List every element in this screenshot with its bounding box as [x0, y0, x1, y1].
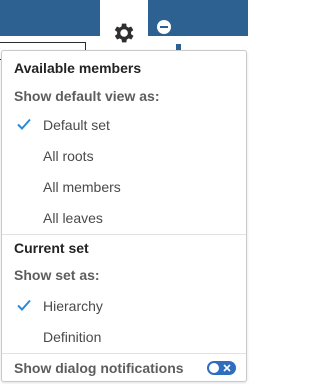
menu-item-all-roots[interactable]: All roots	[3, 141, 245, 171]
menu-item-label: Default set	[43, 117, 110, 133]
close-icon	[223, 364, 231, 372]
toggle-knob	[209, 363, 219, 373]
gear-icon[interactable]	[110, 20, 136, 46]
section-subtitle-show-set: Show set as:	[14, 267, 100, 283]
section-title-available-members: Available members	[14, 60, 142, 76]
menu-item-label: Hierarchy	[43, 298, 103, 314]
menu-item-hierarchy[interactable]: Hierarchy	[3, 291, 245, 321]
menu-item-definition[interactable]: Definition	[3, 322, 245, 352]
dialog-notifications-label: Show dialog notifications	[14, 360, 184, 376]
menu-item-label: Definition	[43, 329, 102, 345]
section-title-current-set: Current set	[14, 240, 89, 256]
dialog-notifications-toggle[interactable]	[207, 361, 236, 375]
menu-item-label: All leaves	[43, 210, 103, 226]
menu-item-all-leaves[interactable]: All leaves	[3, 203, 245, 233]
menu-item-label: All roots	[43, 148, 94, 164]
minus-circle-icon[interactable]	[157, 20, 171, 34]
app-header-left	[0, 0, 100, 36]
section-subtitle-default-view: Show default view as:	[14, 88, 160, 104]
divider	[2, 353, 246, 354]
menu-item-default-set[interactable]: Default set	[3, 110, 245, 140]
menu-item-label: All members	[43, 179, 121, 195]
settings-dropdown-menu: Available members Show default view as: …	[1, 50, 247, 382]
divider	[2, 234, 246, 235]
checkmark-icon	[17, 299, 31, 311]
checkmark-icon	[17, 118, 31, 130]
menu-item-all-members[interactable]: All members	[3, 172, 245, 202]
